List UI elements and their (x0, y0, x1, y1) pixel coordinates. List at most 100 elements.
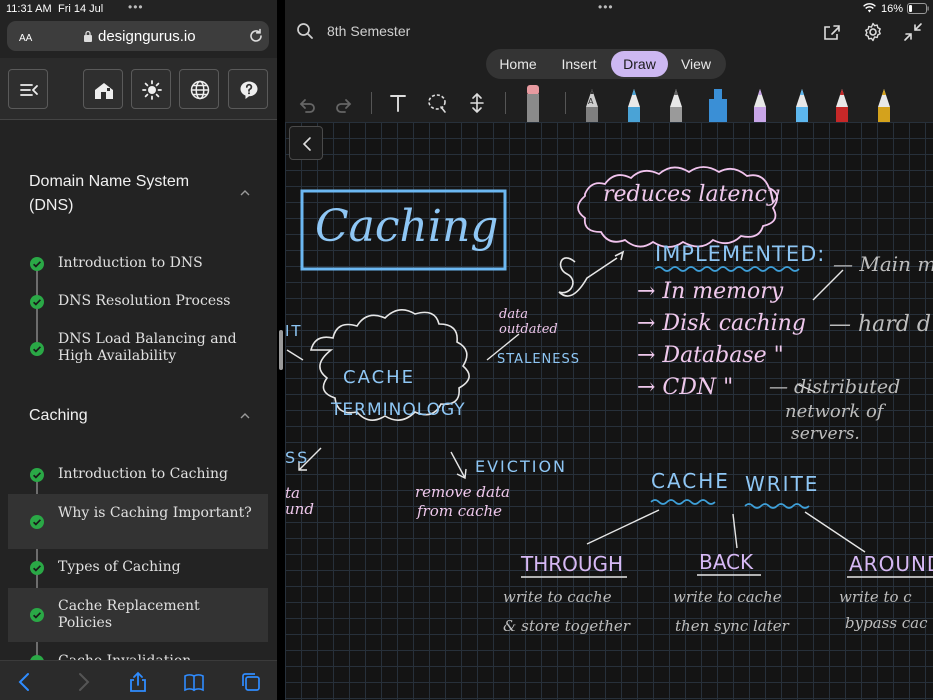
chevron-up-icon[interactable] (240, 190, 250, 196)
tab-view[interactable]: View (670, 51, 722, 77)
chevron-up-icon[interactable] (240, 413, 250, 419)
check-circle-icon (30, 257, 44, 271)
theme-toggle-button[interactable] (131, 69, 171, 109)
note-text: → Database " (637, 343, 784, 368)
note-text: BACK (699, 550, 754, 574)
split-view-handle[interactable] (279, 330, 283, 370)
date: Fri 14 Jul (58, 3, 104, 15)
note-text: data (499, 307, 529, 322)
address-bar[interactable]: AA designgurus.io (7, 21, 269, 51)
check-circle-icon (30, 295, 44, 309)
language-button[interactable] (179, 69, 219, 109)
note-text: → In memory (637, 279, 784, 304)
check-circle-icon (30, 342, 44, 356)
collapse-icon[interactable] (903, 22, 923, 42)
pen-icon[interactable] (793, 85, 811, 122)
search-icon[interactable] (296, 22, 314, 40)
tab-insert[interactable]: Insert (550, 51, 608, 77)
toolbar-separator (371, 92, 372, 114)
share-icon[interactable] (127, 671, 149, 693)
highlighter-icon[interactable] (707, 85, 729, 122)
note-text: network of (785, 401, 884, 422)
note-text: IT (285, 322, 303, 340)
lesson-item[interactable]: Introduction to DNS (8, 252, 268, 276)
section-title-dns[interactable]: Domain Name System (DNS) (29, 170, 219, 218)
reload-icon[interactable] (247, 27, 265, 45)
note-text: WRITE (745, 472, 820, 496)
eraser-icon[interactable] (524, 85, 542, 122)
note-text: → CDN " (637, 375, 734, 400)
multitasking-dots-icon[interactable]: ••• (128, 0, 144, 14)
note-text: → Disk caching (637, 311, 806, 336)
theme-icon (142, 80, 162, 100)
settings-icon[interactable] (863, 22, 883, 42)
lesson-title: Types of Caching (58, 559, 181, 575)
note-text: write to cache (673, 588, 782, 606)
notes-pane: ••• 16% 8th Semester Home Insert Draw Vi… (285, 0, 933, 700)
lesson-item[interactable]: Types of Caching (8, 556, 268, 580)
note-text: outdated (499, 322, 558, 337)
globe-icon (190, 80, 210, 100)
lesson-title: Why is Caching Important? (58, 505, 252, 521)
url-text[interactable]: designgurus.io (98, 28, 196, 45)
draw-toolbar: A (285, 84, 933, 122)
section-title-caching[interactable]: Caching (29, 404, 88, 428)
lesson-title: Cache Replacement Policies (58, 598, 200, 631)
safari-pane: 11:31 AM Fri 14 Jul ••• AA designgurus.i… (0, 0, 277, 700)
lock-icon (84, 30, 92, 42)
pen-icon[interactable] (625, 85, 643, 122)
forward-icon[interactable] (72, 671, 94, 693)
note-text: write to cache (503, 588, 612, 606)
pen-icon[interactable] (751, 85, 769, 122)
lesson-item[interactable]: Why is Caching Important? (8, 494, 268, 549)
tabs-icon[interactable] (240, 671, 262, 693)
insert-space-icon[interactable] (466, 92, 488, 114)
tab-draw[interactable]: Draw (611, 51, 668, 77)
tab-home[interactable]: Home (490, 51, 546, 77)
text-size-button[interactable]: AA (19, 29, 32, 44)
text-icon[interactable] (387, 92, 409, 114)
toolbar-separator (565, 92, 566, 114)
toolbar-separator (505, 92, 506, 114)
lesson-item[interactable]: Introduction to Caching (8, 463, 268, 487)
undo-icon[interactable] (295, 92, 317, 114)
multitasking-dots-icon[interactable]: ••• (598, 0, 614, 14)
split-view-divider[interactable] (277, 0, 285, 700)
check-circle-icon (30, 561, 44, 575)
note-text: remove data (415, 483, 510, 501)
lesson-item[interactable]: DNS Load Balancing and High Availability (8, 328, 268, 368)
note-text: & store together (503, 617, 630, 635)
note-text: CACHE (343, 367, 416, 388)
pen-icon[interactable] (667, 85, 685, 122)
safari-bottom-bar (0, 660, 277, 700)
status-bar: 11:31 AM Fri 14 Jul ••• (0, 0, 277, 18)
pen-icon[interactable] (833, 85, 851, 122)
help-button[interactable] (228, 69, 268, 109)
note-text: servers. (791, 424, 860, 444)
lesson-item[interactable]: Cache Replacement Policies (8, 588, 268, 642)
note-text: bypass cac (845, 614, 928, 632)
note-text: TERMINOLOGY (331, 400, 466, 420)
wifi-icon (863, 3, 876, 13)
back-icon[interactable] (14, 671, 36, 693)
note-text: THROUGH (521, 552, 624, 576)
note-text: then sync later (675, 617, 789, 635)
battery-icon (907, 3, 929, 14)
ribbon-tabs: Home Insert Draw View (486, 49, 726, 79)
bookmarks-icon[interactable] (183, 671, 205, 693)
note-text: — distributed (769, 376, 901, 398)
redo-icon[interactable] (334, 92, 356, 114)
pen-icon[interactable] (875, 85, 893, 122)
note-text: STALENESS (497, 352, 580, 367)
home-button[interactable] (83, 69, 123, 109)
collapse-sidebar-icon (20, 84, 38, 96)
pencil-icon[interactable]: A (583, 85, 601, 122)
note-text: — hard d (829, 312, 931, 337)
lesson-item[interactable]: DNS Resolution Process (8, 290, 268, 314)
share-icon[interactable] (822, 22, 842, 42)
collapse-sidebar-button[interactable] (8, 69, 48, 109)
drawing-canvas[interactable]: Caching reduces latency CACHE TERMINOLOG… (285, 122, 933, 700)
note-text: write to c (839, 588, 912, 606)
document-title[interactable]: 8th Semester (327, 23, 410, 39)
lasso-icon[interactable] (426, 92, 448, 114)
